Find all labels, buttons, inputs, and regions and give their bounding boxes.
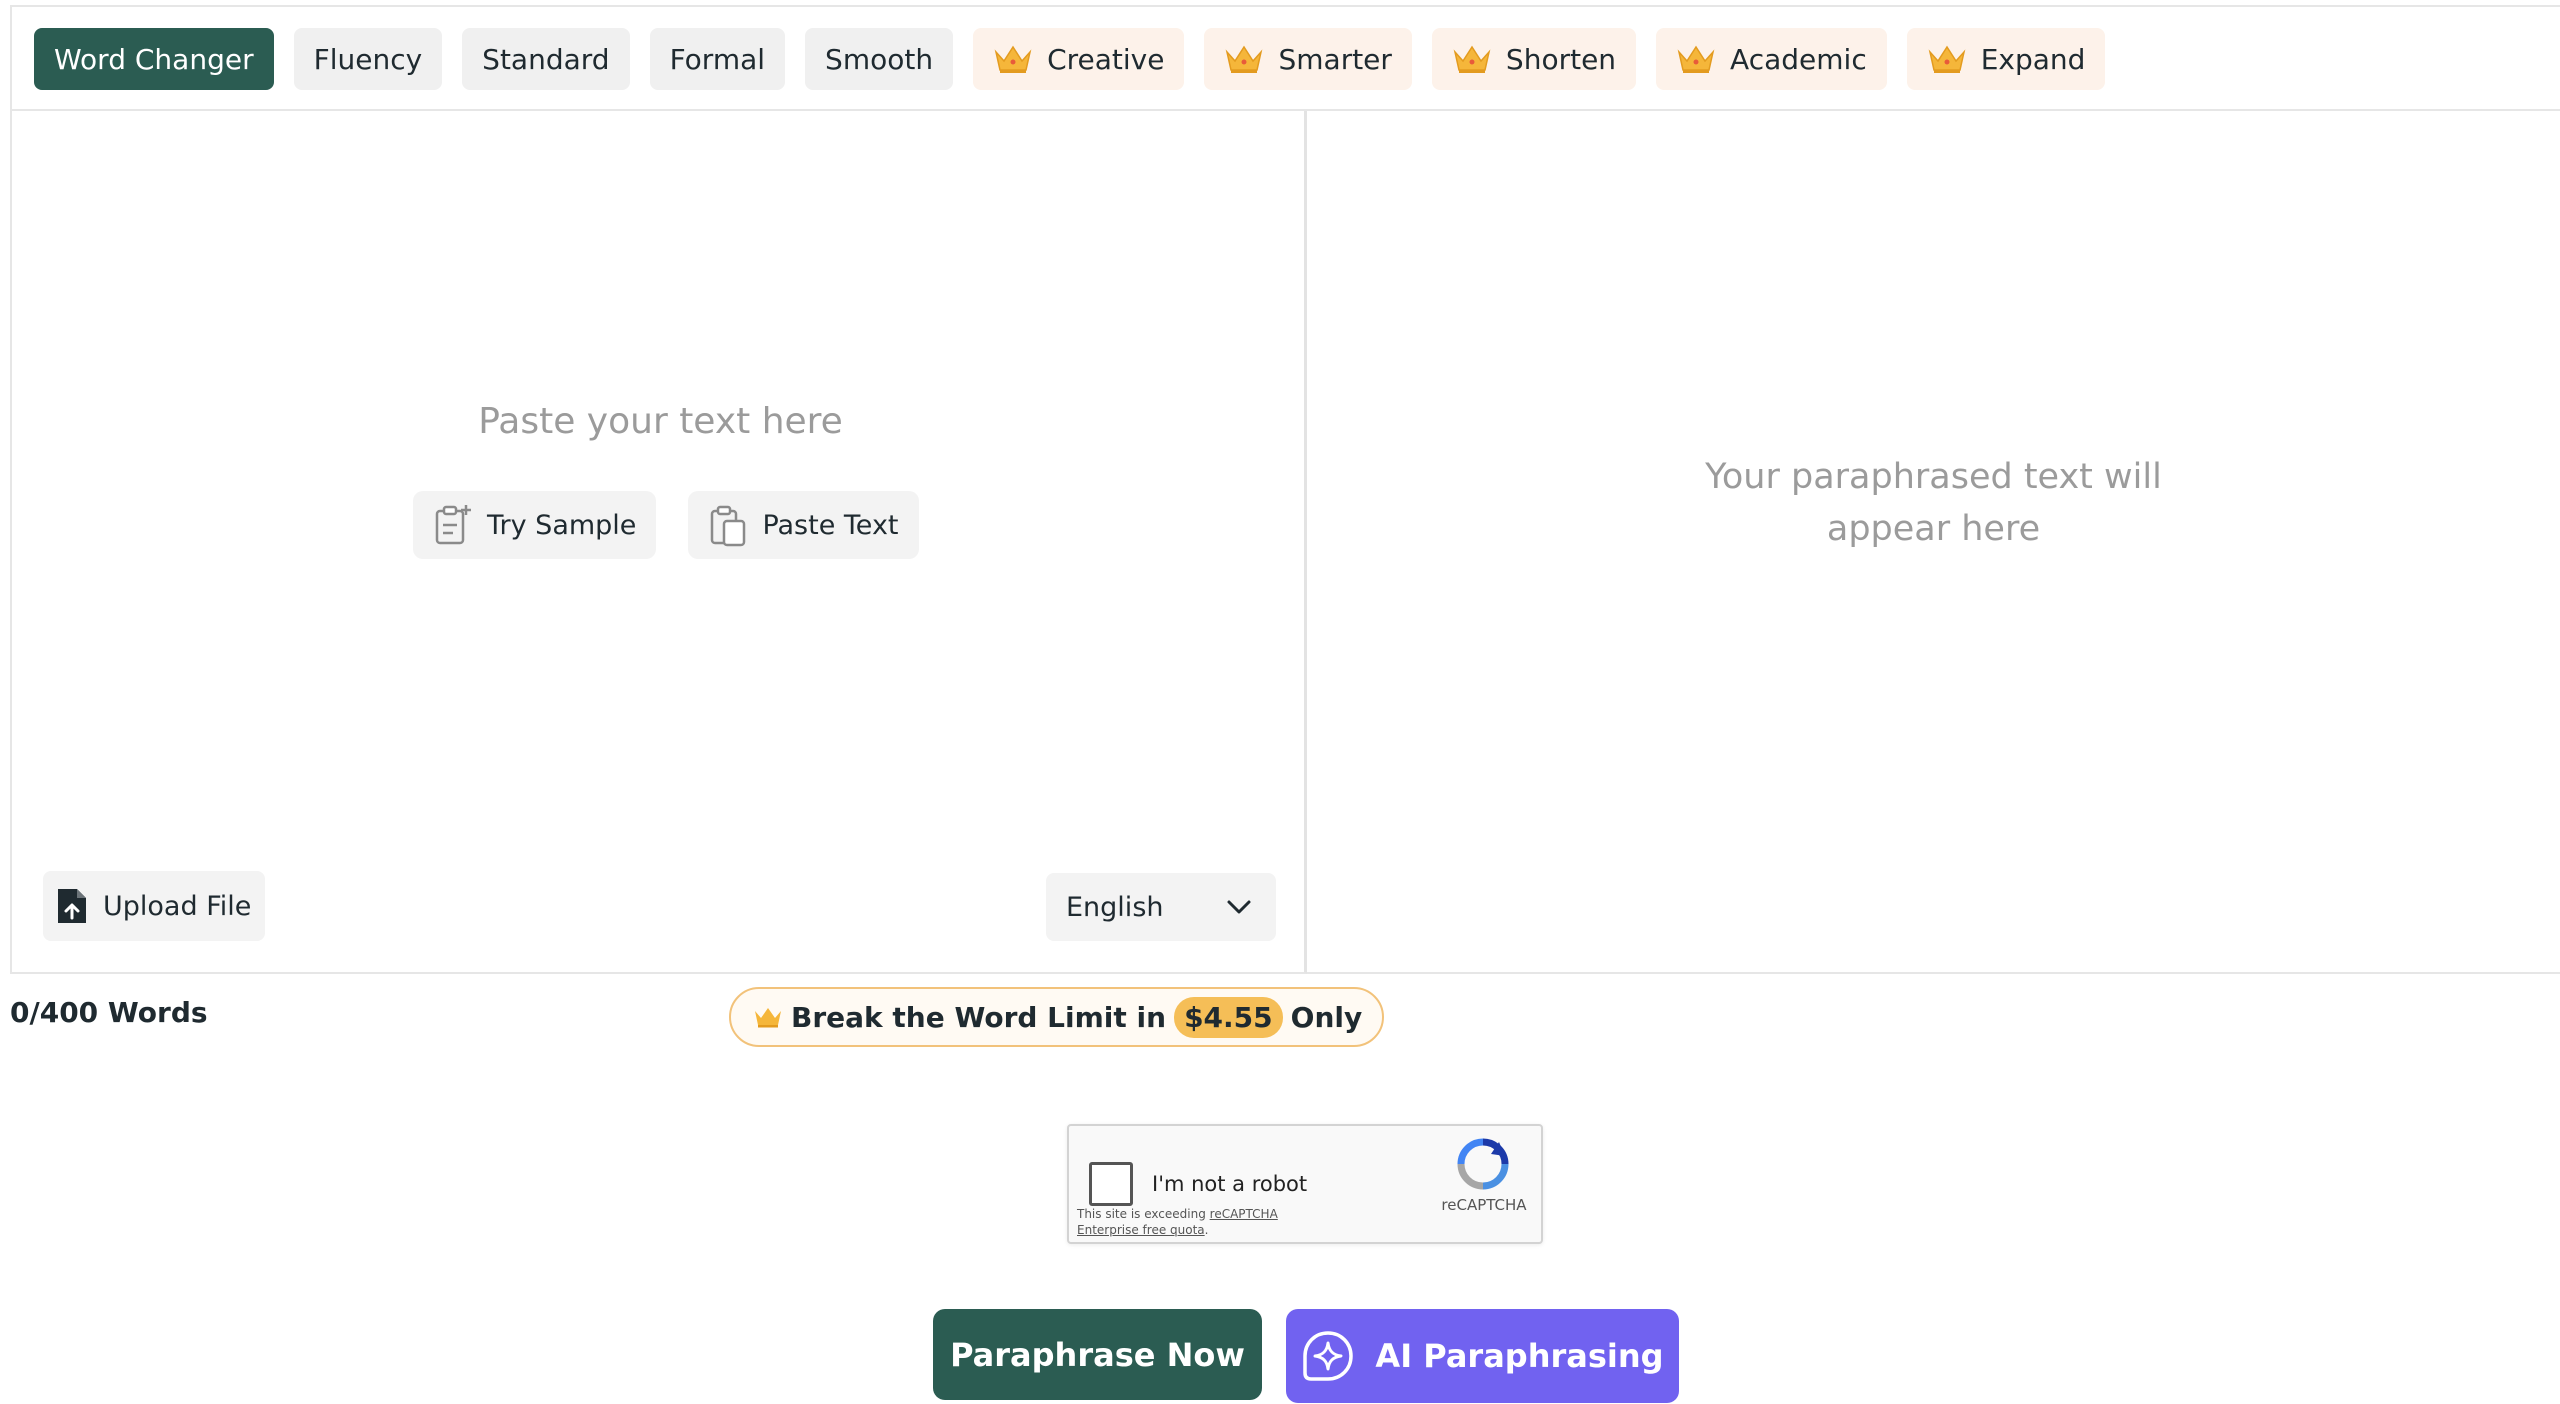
file-upload-icon: [58, 889, 86, 923]
tab-academic[interactable]: Academic: [1656, 28, 1887, 90]
clipboard-plus-icon: [435, 505, 471, 545]
output-placeholder: Your paraphrased text will appear here: [1307, 451, 2560, 555]
paraphrase-now-button[interactable]: Paraphrase Now: [933, 1309, 1262, 1400]
output-placeholder-line: Your paraphrased text will: [1705, 457, 2162, 497]
paste-text-button[interactable]: Paste Text: [688, 491, 919, 559]
mode-tab-bar: Word Changer Fluency Standard Formal Smo…: [10, 5, 2560, 111]
word-count: 0/400 Words: [10, 996, 208, 1029]
tab-word-changer[interactable]: Word Changer: [34, 28, 274, 90]
input-placeholder: Paste your text here: [478, 401, 843, 442]
tab-label: Shorten: [1505, 42, 1617, 76]
recaptcha-logo-icon: [1457, 1138, 1509, 1190]
ai-paraphrasing-button[interactable]: AI Paraphrasing: [1286, 1309, 1679, 1403]
price-badge: $4.55: [1174, 996, 1283, 1038]
tab-formal[interactable]: Formal: [649, 28, 786, 90]
crown-icon: [994, 45, 1032, 73]
tab-smooth[interactable]: Smooth: [805, 28, 954, 90]
tab-label: Academic: [1730, 42, 1867, 76]
crown-icon: [1677, 45, 1715, 73]
tab-standard[interactable]: Standard: [462, 28, 630, 90]
crown-icon: [1226, 45, 1263, 73]
chevron-down-icon: [1227, 900, 1251, 914]
paste-text-label: Paste Text: [762, 509, 899, 541]
tab-creative[interactable]: Creative: [973, 28, 1185, 90]
recaptcha-note-end: .: [1204, 1223, 1209, 1237]
recaptcha-note-text: This site is exceeding: [1077, 1207, 1206, 1221]
tab-label: Standard: [482, 42, 610, 76]
crown-icon: [755, 1008, 781, 1028]
sparkle-icon: [1303, 1331, 1354, 1381]
input-actions: Try Sample Paste Text: [413, 491, 919, 559]
output-placeholder-line: appear here: [1826, 509, 2041, 549]
limit-text: Break the Word Limit in: [791, 1000, 1167, 1034]
recaptcha-widget: I'm not a robot This site is exceeding r…: [1067, 1124, 1543, 1244]
upload-file-button[interactable]: Upload File: [43, 871, 266, 941]
try-sample-button[interactable]: Try Sample: [413, 491, 657, 559]
tab-label: Creative: [1047, 42, 1165, 76]
upload-file-label: Upload File: [103, 890, 252, 922]
mode-tabs: Word Changer Fluency Standard Formal Smo…: [34, 28, 2106, 90]
tab-label: Formal: [669, 42, 766, 76]
input-panel[interactable]: Paste your text here Try Sample Paste Te…: [10, 111, 1307, 974]
try-sample-label: Try Sample: [487, 509, 637, 541]
tab-shorten[interactable]: Shorten: [1431, 28, 1637, 90]
tab-label: Fluency: [313, 42, 423, 76]
ai-paraphrasing-label: AI Paraphrasing: [1375, 1337, 1664, 1375]
crown-icon: [1453, 45, 1491, 73]
language-value: English: [1066, 891, 1164, 923]
action-buttons: Paraphrase Now AI Paraphrasing: [933, 1309, 1679, 1403]
language-select[interactable]: English: [1046, 873, 1276, 941]
recaptcha-note: This site is exceeding reCAPTCHA Enterpr…: [1077, 1206, 1327, 1238]
limit-suffix: Only: [1290, 1000, 1363, 1034]
recaptcha-label: I'm not a robot: [1152, 1172, 1308, 1196]
tab-label: Smooth: [825, 42, 934, 76]
output-panel: Your paraphrased text will appear here: [1307, 111, 2560, 974]
tab-fluency[interactable]: Fluency: [293, 28, 443, 90]
tab-smarter[interactable]: Smarter: [1204, 28, 1412, 90]
tab-label: Smarter: [1278, 42, 1392, 76]
crown-icon: [1928, 45, 1966, 73]
recaptcha-checkbox[interactable]: [1089, 1162, 1133, 1206]
word-limit-upgrade-banner[interactable]: Break the Word Limit in $4.55 Only: [729, 987, 1385, 1047]
tab-label: Word Changer: [54, 42, 254, 76]
recaptcha-brand: reCAPTCHA: [1441, 1196, 1527, 1214]
tab-label: Expand: [1980, 42, 2086, 76]
clipboard-copy-icon: [711, 505, 746, 547]
tab-expand[interactable]: Expand: [1906, 28, 2106, 90]
